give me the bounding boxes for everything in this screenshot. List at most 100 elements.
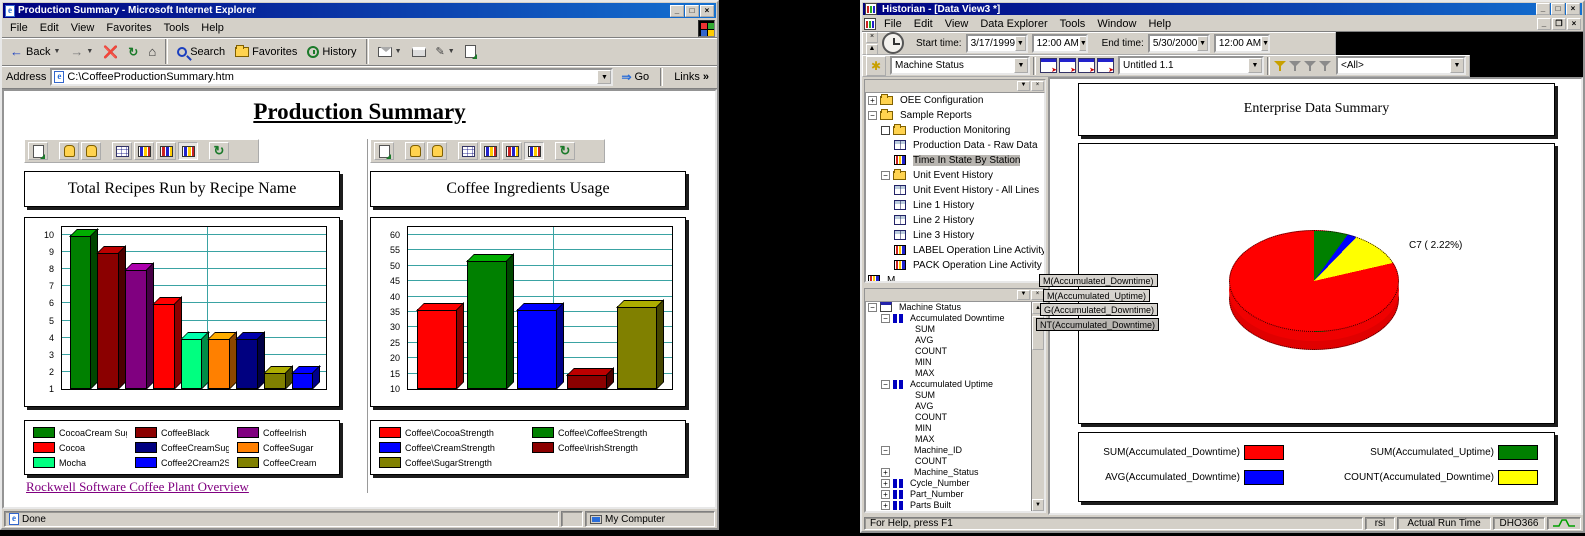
tree-item[interactable]: PACK Operation Line Activity bbox=[866, 258, 1044, 273]
expander-icon[interactable]: + bbox=[881, 501, 890, 510]
tree-item[interactable]: −Accumulated Downtime bbox=[866, 313, 1031, 324]
copy-data-button[interactable] bbox=[374, 142, 394, 160]
new-filter-icon[interactable] bbox=[1274, 60, 1287, 72]
expander-icon[interactable]: − bbox=[881, 446, 890, 455]
child-close-button[interactable]: × bbox=[1567, 18, 1581, 30]
clear-filter-icon[interactable] bbox=[1319, 60, 1332, 72]
menu-item-window[interactable]: Window bbox=[1091, 17, 1142, 31]
tree-item[interactable]: Production Monitoring bbox=[866, 123, 1044, 138]
go-button[interactable]: ⇒ Go bbox=[617, 68, 653, 86]
menu-item-help[interactable]: Help bbox=[195, 21, 230, 35]
expander-icon[interactable]: − bbox=[881, 171, 890, 180]
chart-3d-view-button[interactable] bbox=[178, 142, 198, 160]
back-button[interactable]: ← Back ▼ bbox=[6, 44, 64, 60]
dropdown-icon[interactable]: ▼ bbox=[1014, 58, 1028, 73]
tree-item[interactable]: −Unit Event History bbox=[866, 168, 1044, 183]
tree-item[interactable]: LABEL Operation Line Activity bbox=[866, 243, 1044, 258]
tree-item[interactable]: SUM bbox=[866, 390, 1031, 401]
favorites-button[interactable]: Favorites bbox=[231, 44, 301, 60]
menu-item-tools[interactable]: Tools bbox=[1054, 17, 1092, 31]
export-new-button[interactable] bbox=[81, 142, 101, 160]
tree-item[interactable]: −Machine Status bbox=[866, 302, 1031, 313]
expander-icon[interactable]: − bbox=[881, 380, 890, 389]
child-minimize-button[interactable]: _ bbox=[1537, 18, 1551, 30]
export-new-button[interactable] bbox=[427, 142, 447, 160]
historian-titlebar[interactable]: Historian - [Data View3 *] _ □ × bbox=[863, 3, 1582, 15]
dropdown-icon[interactable]: ▼ bbox=[1450, 58, 1464, 73]
tree-item[interactable]: COUNT bbox=[866, 456, 1031, 467]
tree-item[interactable]: −Machine_ID bbox=[866, 445, 1031, 456]
tree-item[interactable]: −Sample Reports bbox=[866, 108, 1044, 123]
filter-combo[interactable]: <All> ▼ bbox=[1336, 56, 1466, 75]
new-table-icon[interactable] bbox=[1059, 58, 1076, 73]
minimize-button[interactable]: _ bbox=[1536, 3, 1550, 15]
export-button[interactable] bbox=[59, 142, 79, 160]
mail-button[interactable]: ▼ bbox=[374, 45, 406, 59]
tree-item[interactable]: MIN bbox=[866, 423, 1031, 434]
new-trend-icon[interactable] bbox=[1040, 58, 1057, 73]
tree-item[interactable]: COUNT bbox=[866, 412, 1031, 423]
dataset-combo[interactable]: Machine Status ▼ bbox=[890, 56, 1030, 75]
tree-item[interactable]: MAX bbox=[866, 368, 1031, 379]
ie-titlebar[interactable]: Production Summary - Microsoft Internet … bbox=[3, 3, 716, 18]
refresh-data-button[interactable]: ↻ bbox=[555, 142, 575, 160]
maximize-button[interactable]: □ bbox=[1551, 3, 1565, 15]
back-dropdown-icon[interactable]: ▼ bbox=[53, 48, 60, 55]
bar-view-button[interactable] bbox=[480, 142, 500, 160]
history-button[interactable]: History bbox=[303, 44, 360, 60]
coffee-plant-overview-link[interactable]: Rockwell Software Coffee Plant Overview bbox=[26, 479, 249, 495]
tree-item[interactable]: Time In State By Station bbox=[866, 153, 1044, 168]
child-restore-button[interactable]: ❐ bbox=[1552, 18, 1566, 30]
links-button[interactable]: Links » bbox=[670, 69, 713, 85]
tree-item[interactable]: Unit Event History - All Lines bbox=[866, 183, 1044, 198]
stop-button[interactable]: ❌ bbox=[99, 43, 122, 61]
tree-item[interactable]: M bbox=[866, 273, 1044, 281]
tree-item[interactable]: +Parts Built bbox=[866, 500, 1031, 511]
dropdown-icon[interactable]: ▼ bbox=[1079, 36, 1088, 51]
close-button[interactable]: × bbox=[700, 5, 714, 17]
refresh-data-button[interactable]: ↻ bbox=[209, 142, 229, 160]
menu-item-edit[interactable]: Edit bbox=[34, 21, 65, 35]
menu-item-tools[interactable]: Tools bbox=[158, 21, 196, 35]
expander-icon[interactable]: + bbox=[868, 96, 877, 105]
tree-item[interactable]: +Cycle_Number bbox=[866, 478, 1031, 489]
dropdown-icon[interactable]: ▼ bbox=[1261, 36, 1270, 51]
start-time-combo[interactable]: 12:00 AM ▼ bbox=[1032, 34, 1088, 53]
panel-close-icon[interactable]: × bbox=[1031, 81, 1044, 91]
table-view-button[interactable] bbox=[458, 142, 478, 160]
scrollbar[interactable]: ▲ ▼ bbox=[1031, 302, 1044, 511]
address-input[interactable]: C:\CoffeeProductionSummary.htm ▼ bbox=[50, 68, 613, 86]
panel-menu-icon[interactable]: ▼ bbox=[1017, 81, 1030, 91]
chart-3d-view-button[interactable] bbox=[524, 142, 544, 160]
toolbar-close-button[interactable]: × bbox=[866, 32, 878, 43]
dropdown-icon[interactable]: ▼ bbox=[1015, 36, 1026, 51]
search-button[interactable]: Search bbox=[173, 44, 229, 60]
copy-data-button[interactable] bbox=[28, 142, 48, 160]
tree-item[interactable]: Line 1 History bbox=[866, 198, 1044, 213]
bar-view-button[interactable] bbox=[134, 142, 154, 160]
save-view-icon[interactable] bbox=[1078, 58, 1095, 73]
menu-item-view[interactable]: View bbox=[65, 21, 101, 35]
end-date-combo[interactable]: 5/30/2000 ▼ bbox=[1148, 34, 1210, 53]
address-dropdown-icon[interactable]: ▼ bbox=[597, 70, 611, 84]
tree-item[interactable]: COUNT bbox=[866, 346, 1031, 357]
menu-item-favorites[interactable]: Favorites bbox=[100, 21, 157, 35]
refresh-button[interactable]: ↻ bbox=[124, 43, 142, 61]
tree-item[interactable]: +Machine_Status bbox=[866, 467, 1031, 478]
tree-item[interactable]: Line 3 History bbox=[866, 228, 1044, 243]
tree-item[interactable]: AVG bbox=[866, 335, 1031, 346]
tree-item[interactable]: Line 2 History bbox=[866, 213, 1044, 228]
view-name-combo[interactable]: Untitled 1.1 ▼ bbox=[1118, 56, 1264, 75]
new-query-button[interactable]: ✱ bbox=[866, 56, 886, 76]
end-time-combo[interactable]: 12:00 AM ▼ bbox=[1214, 34, 1270, 53]
menu-item-file[interactable]: File bbox=[4, 21, 34, 35]
menu-item-edit[interactable]: Edit bbox=[908, 17, 939, 31]
dropdown-icon[interactable]: ▼ bbox=[1248, 58, 1262, 73]
chart-view-button[interactable] bbox=[156, 142, 176, 160]
tree-item[interactable]: +Part_Number bbox=[866, 489, 1031, 500]
tree-item[interactable]: Production Data - Raw Data bbox=[866, 138, 1044, 153]
menu-item-data-explorer[interactable]: Data Explorer bbox=[974, 17, 1053, 31]
scroll-down-icon[interactable]: ▼ bbox=[1032, 499, 1044, 511]
expander-icon[interactable]: − bbox=[881, 314, 890, 323]
tree-item[interactable]: AVG bbox=[866, 401, 1031, 412]
